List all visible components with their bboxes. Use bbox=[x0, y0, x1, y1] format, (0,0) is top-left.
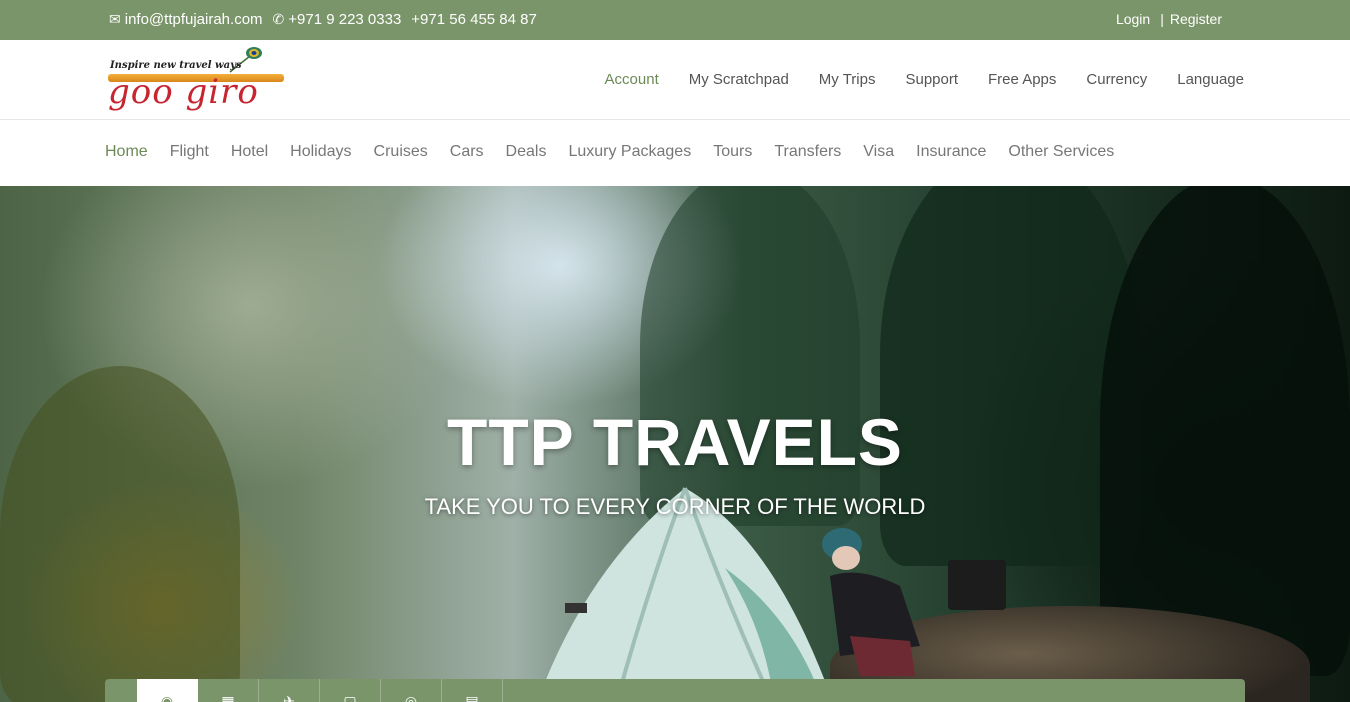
nav-item-other-services[interactable]: Other Services bbox=[1008, 143, 1114, 161]
search-tab-person[interactable]: ◉ bbox=[137, 679, 198, 702]
bag-icon: ▢ bbox=[343, 693, 357, 702]
phone-primary-text: +971 9 223 0333 bbox=[288, 11, 402, 28]
register-link[interactable]: Register bbox=[1170, 11, 1222, 27]
contact-info: ✉ info@ttpfujairah.com ✆ +971 9 223 0333… bbox=[109, 11, 547, 28]
table-icon: ▤ bbox=[465, 693, 479, 702]
account-nav-currency[interactable]: Currency bbox=[1086, 71, 1147, 88]
account-nav-free-apps[interactable]: Free Apps bbox=[988, 71, 1056, 88]
account-nav-scratchpad[interactable]: My Scratchpad bbox=[689, 71, 789, 88]
logo-wordmark: goo giro bbox=[108, 72, 259, 112]
search-tab-bag[interactable]: ▢ bbox=[320, 679, 381, 702]
account-nav-support[interactable]: Support bbox=[905, 71, 958, 88]
nav-item-transfers[interactable]: Transfers bbox=[774, 143, 841, 161]
login-link[interactable]: Login bbox=[1116, 11, 1150, 27]
nav-item-visa[interactable]: Visa bbox=[863, 143, 894, 161]
auth-links: Login | Register bbox=[1116, 11, 1222, 27]
person-icon: ◉ bbox=[160, 693, 174, 702]
plane-icon: ✈ bbox=[283, 693, 295, 702]
account-nav: Account My Scratchpad My Trips Support F… bbox=[575, 71, 1244, 88]
search-tab-globe[interactable]: ◎ bbox=[381, 679, 442, 702]
account-nav-my-trips[interactable]: My Trips bbox=[819, 71, 876, 88]
building-icon: ▦ bbox=[221, 693, 235, 702]
nav-item-hotel[interactable]: Hotel bbox=[231, 143, 268, 161]
nav-item-cruises[interactable]: Cruises bbox=[374, 143, 428, 161]
site-logo[interactable]: Inspire new travel ways goo giro bbox=[108, 44, 288, 116]
phone-contact[interactable]: ✆ +971 9 223 0333 bbox=[273, 11, 402, 28]
nav-item-deals[interactable]: Deals bbox=[506, 143, 547, 161]
nav-item-luxury-packages[interactable]: Luxury Packages bbox=[568, 143, 691, 161]
search-tabs-bar: ◉ ▦ ✈ ▢ ◎ ▤ bbox=[105, 679, 1245, 702]
nav-item-insurance[interactable]: Insurance bbox=[916, 143, 986, 161]
search-tab-building[interactable]: ▦ bbox=[198, 679, 259, 702]
nav-item-holidays[interactable]: Holidays bbox=[290, 143, 351, 161]
phone-icon: ✆ bbox=[272, 11, 285, 27]
phone-secondary-contact[interactable]: +971 56 455 84 87 bbox=[411, 11, 537, 28]
camping-pot bbox=[948, 560, 1006, 610]
nav-item-home[interactable]: Home bbox=[105, 143, 148, 161]
logo-tagline: Inspire new travel ways bbox=[110, 60, 242, 71]
hero-title: TTP TRAVELS bbox=[447, 405, 903, 479]
auth-separator: | bbox=[1160, 11, 1164, 27]
site-header: Inspire new travel ways goo giro Account… bbox=[0, 40, 1350, 120]
account-nav-language[interactable]: Language bbox=[1177, 71, 1244, 88]
envelope-icon: ✉ bbox=[109, 11, 121, 27]
search-tab-plane[interactable]: ✈ bbox=[259, 679, 320, 702]
camper-figure bbox=[822, 528, 920, 676]
globe-icon: ◎ bbox=[404, 693, 418, 702]
main-nav-list: Home Flight Hotel Holidays Cruises Cars … bbox=[105, 143, 1136, 161]
search-tab-table[interactable]: ▤ bbox=[442, 679, 503, 702]
hero-banner: TTP TRAVELS TAKE YOU TO EVERY CORNER OF … bbox=[0, 186, 1350, 702]
hero-subtitle: TAKE YOU TO EVERY CORNER OF THE WORLD bbox=[424, 494, 926, 519]
nav-item-cars[interactable]: Cars bbox=[450, 143, 484, 161]
email-text: info@ttpfujairah.com bbox=[124, 11, 263, 28]
nav-item-flight[interactable]: Flight bbox=[170, 143, 209, 161]
email-contact[interactable]: ✉ info@ttpfujairah.com bbox=[109, 11, 263, 28]
account-nav-account[interactable]: Account bbox=[605, 71, 659, 88]
phone-secondary-text: +971 56 455 84 87 bbox=[411, 11, 537, 28]
top-contact-bar: ✉ info@ttpfujairah.com ✆ +971 9 223 0333… bbox=[0, 0, 1350, 40]
nav-item-tours[interactable]: Tours bbox=[713, 143, 752, 161]
main-nav: Home Flight Hotel Holidays Cruises Cars … bbox=[0, 121, 1350, 186]
